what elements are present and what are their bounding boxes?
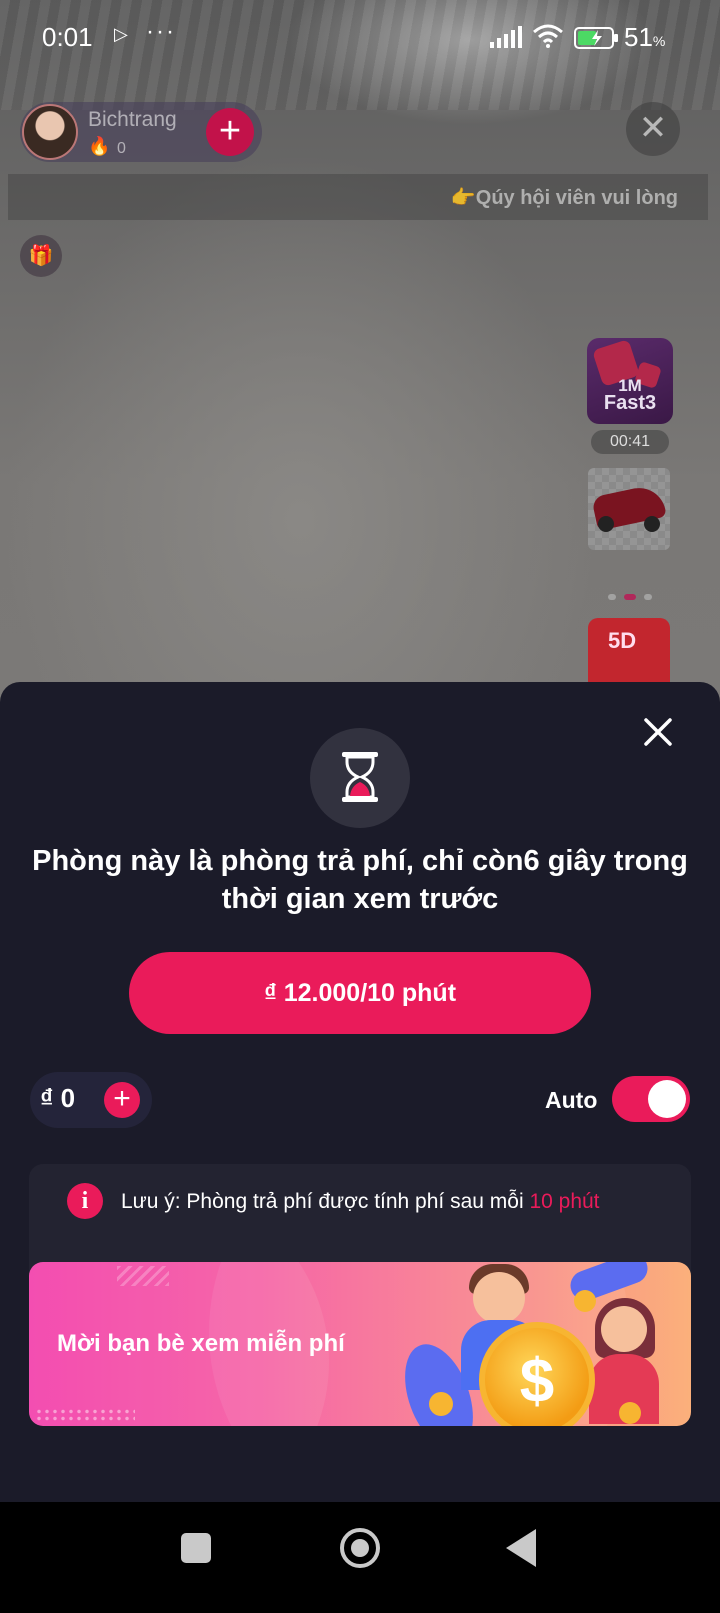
close-room-button[interactable]: ✕ — [626, 102, 680, 156]
back-icon[interactable] — [506, 1529, 536, 1567]
invite-friends-banner[interactable]: Mời bạn bè xem miễn phí $ — [29, 1262, 691, 1426]
coin-icon: $ — [479, 1322, 595, 1426]
game-tile-racing[interactable] — [588, 468, 670, 550]
status-time: 0:01 — [42, 22, 93, 52]
fire-icon: 🔥 — [88, 136, 111, 156]
follow-plus-button[interactable]: + — [206, 108, 254, 156]
recents-icon[interactable] — [181, 1533, 211, 1563]
info-icon: i — [67, 1183, 103, 1219]
hourglass-icon — [342, 752, 378, 802]
close-sheet-button[interactable] — [640, 714, 676, 750]
balance-amount: ₫ 0 — [40, 1083, 76, 1113]
pay-button[interactable]: ₫ 12.000/10 phút — [129, 952, 591, 1034]
paywall-title: Phòng này là phòng trả phí, chỉ còn6 giâ… — [32, 845, 688, 915]
topup-plus-button[interactable]: + — [104, 1082, 140, 1118]
invite-label: Mời bạn bè xem miễn phí — [57, 1330, 345, 1357]
play-icon: ▷ — [114, 24, 128, 44]
balance-pill: ₫ 0 + — [30, 1072, 152, 1128]
battery-icon — [574, 27, 618, 49]
auto-label: Auto — [545, 1087, 598, 1113]
game-pager-dots — [604, 587, 656, 605]
home-icon[interactable] — [340, 1528, 380, 1568]
more-icon: ··· — [146, 18, 176, 45]
game-tile-5d[interactable]: 5D — [588, 618, 670, 688]
paywall-sheet: Phòng này là phòng trả phí, chỉ còn6 giâ… — [0, 682, 720, 1502]
fee-note-text: Lưu ý: Phòng trả phí được tính phí sau m… — [121, 1190, 600, 1213]
signal-icon — [490, 26, 522, 48]
auto-toggle[interactable] — [612, 1076, 690, 1122]
marquee-text: 👉Qúy hội viên vui lòng — [450, 187, 678, 209]
host-info-pill[interactable]: Bichtrang 🔥 0 + — [20, 102, 262, 162]
battery-percent: 51% — [624, 22, 666, 52]
game-countdown: 00:41 — [591, 430, 669, 454]
announcement-marquee: 👉Qúy hội viên vui lòng — [8, 174, 708, 220]
gift-icon[interactable]: 🎁 — [20, 235, 62, 277]
host-avatar[interactable] — [22, 104, 78, 160]
host-name: Bichtrang — [88, 108, 177, 131]
close-icon: ✕ — [638, 109, 668, 147]
plus-icon: + — [113, 1082, 131, 1115]
host-hot-count: 0 — [117, 140, 126, 157]
wifi-icon — [533, 24, 563, 48]
game-tile-fast3[interactable]: 1M Fast3 — [587, 338, 673, 424]
hourglass-badge — [310, 728, 410, 828]
status-bar: 0:01 ▷ ··· 51% — [0, 0, 720, 80]
